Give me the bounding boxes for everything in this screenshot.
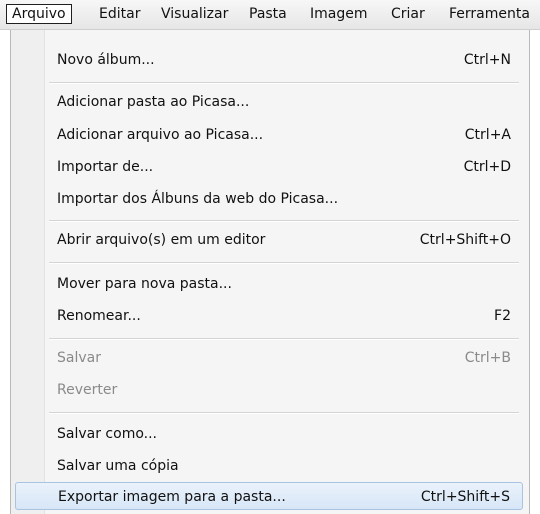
menu-item-label: Adicionar arquivo ao Picasa...	[57, 127, 264, 143]
menu-item-label: Reverter	[57, 382, 118, 398]
menu-item-importar-de[interactable]: Importar de... Ctrl+D	[15, 153, 523, 181]
menu-item-label: Mover para nova pasta...	[57, 276, 232, 292]
menu-separator	[49, 338, 519, 340]
menu-item-salvar: Salvar Ctrl+B	[15, 344, 523, 372]
menu-item-mover-nova-pasta[interactable]: Mover para nova pasta...	[15, 270, 523, 298]
menu-item-label: Renomear...	[57, 308, 141, 324]
menu-separator	[49, 412, 519, 414]
menu-item-label: Novo álbum...	[57, 52, 155, 68]
arquivo-dropdown-menu: Novo álbum... Ctrl+N Adicionar pasta ao …	[10, 30, 530, 514]
menu-separator	[49, 262, 519, 264]
menu-item-shortcut: Ctrl+D	[463, 159, 511, 175]
menu-item-novo-album[interactable]: Novo álbum... Ctrl+N	[15, 46, 523, 74]
menu-bar: Arquivo Editar Visualizar Pasta Imagem C…	[0, 0, 540, 30]
menu-item-label: Abrir arquivo(s) em um editor	[57, 232, 266, 248]
menu-separator	[49, 220, 519, 222]
menu-item-label: Salvar como...	[57, 426, 157, 442]
menu-item-shortcut: Ctrl+A	[464, 127, 511, 143]
menu-item-renomear[interactable]: Renomear... F2	[15, 302, 523, 330]
menu-criar[interactable]: Criar	[386, 4, 430, 24]
menu-item-label: Exportar imagem para a pasta...	[58, 489, 286, 505]
menu-imagem[interactable]: Imagem	[305, 4, 372, 24]
menu-item-shortcut: Ctrl+Shift+S	[420, 489, 510, 505]
menu-item-shortcut: Ctrl+B	[464, 350, 511, 366]
menu-item-label: Adicionar pasta ao Picasa...	[57, 94, 250, 110]
menu-item-reverter: Reverter	[15, 376, 523, 404]
menu-item-shortcut: Ctrl+Shift+O	[419, 232, 511, 248]
menu-item-salvar-como[interactable]: Salvar como...	[15, 420, 523, 448]
menu-arquivo[interactable]: Arquivo	[6, 4, 72, 24]
menu-item-label: Importar dos Álbuns da web do Picasa...	[57, 191, 339, 207]
menu-visualizar[interactable]: Visualizar	[156, 4, 233, 24]
menu-item-importar-albuns-web[interactable]: Importar dos Álbuns da web do Picasa...	[15, 185, 523, 213]
menu-item-salvar-copia[interactable]: Salvar uma cópia	[15, 452, 523, 480]
menu-editar[interactable]: Editar	[94, 4, 145, 24]
menu-item-label: Salvar	[57, 350, 101, 366]
menu-item-shortcut: F2	[494, 308, 511, 324]
menu-item-exportar-imagem[interactable]: Exportar imagem para a pasta... Ctrl+Shi…	[15, 482, 523, 510]
menu-item-shortcut: Ctrl+N	[463, 52, 511, 68]
menu-item-label: Salvar uma cópia	[57, 458, 179, 474]
menu-item-label: Importar de...	[57, 159, 154, 175]
menu-pasta[interactable]: Pasta	[244, 4, 292, 24]
menu-item-adicionar-pasta[interactable]: Adicionar pasta ao Picasa...	[15, 88, 523, 116]
menu-item-adicionar-arquivo[interactable]: Adicionar arquivo ao Picasa... Ctrl+A	[15, 121, 523, 149]
menu-item-abrir-editor[interactable]: Abrir arquivo(s) em um editor Ctrl+Shift…	[15, 226, 523, 254]
menu-separator	[49, 82, 519, 84]
menu-ferramentas[interactable]: Ferramenta	[444, 4, 535, 24]
